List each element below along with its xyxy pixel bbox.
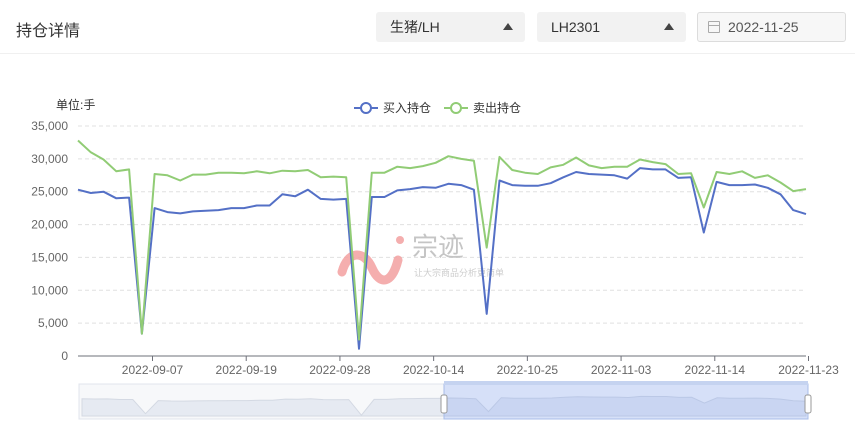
y-tick-label: 25,000 <box>31 185 68 199</box>
page-header: 持仓详情 生猪/LH LH2301 2022-11-25 <box>0 0 855 54</box>
y-tick-label: 15,000 <box>31 250 68 264</box>
caret-up-icon <box>503 23 513 30</box>
zoom-left-handle[interactable] <box>440 394 448 414</box>
x-tick-label: 2022-09-19 <box>216 363 278 377</box>
zoom-move-bar[interactable] <box>444 381 808 385</box>
date-value: 2022-11-25 <box>728 19 799 35</box>
zoom-right-handle[interactable] <box>804 394 812 414</box>
legend-marker-icon <box>450 102 462 114</box>
y-tick-label: 5,000 <box>38 316 68 330</box>
contract-select-value: LH2301 <box>551 19 601 35</box>
calendar-icon <box>708 21 720 33</box>
x-axis-ticks: 2022-09-07 2022-09-19 2022-09-28 2022-10-14… <box>122 356 839 377</box>
y-tick-label: 10,000 <box>31 283 68 297</box>
contract-select[interactable]: LH2301 <box>537 12 686 42</box>
x-tick-label: 2022-09-28 <box>309 363 371 377</box>
variety-select-value: 生猪/LH <box>390 19 440 35</box>
page-title: 持仓详情 <box>16 23 81 40</box>
y-tick-label: 35,000 <box>31 119 68 133</box>
x-tick-label: 2022-11-03 <box>591 363 652 377</box>
date-picker[interactable]: 2022-11-25 <box>697 12 846 42</box>
x-tick-label: 2022-10-25 <box>497 363 559 377</box>
watermark-brand: 宗迹 <box>412 232 464 262</box>
x-tick-label: 2022-10-14 <box>403 363 465 377</box>
y-axis-label: 单位:手 <box>56 97 95 112</box>
y-axis-ticks: 0 5,000 10,000 15,000 20,000 25,000 30,000 35,0… <box>31 119 68 363</box>
legend-label[interactable]: 买入持仓 <box>383 100 431 115</box>
caret-up-icon <box>664 23 674 30</box>
variety-select[interactable]: 生猪/LH <box>376 12 525 42</box>
data-zoom-slider[interactable] <box>78 381 812 420</box>
x-tick-label: 2022-11-23 <box>778 363 839 377</box>
x-tick-label: 2022-09-07 <box>122 363 184 377</box>
chart-legend[interactable]: 买入持仓 卖出持仓 <box>354 100 521 115</box>
y-tick-label: 0 <box>61 349 68 363</box>
legend-marker-icon <box>360 102 372 114</box>
y-tick-label: 20,000 <box>31 218 68 232</box>
legend-label[interactable]: 卖出持仓 <box>473 100 521 115</box>
y-tick-label: 30,000 <box>31 152 68 166</box>
position-chart: 0 5,000 10,000 15,000 20,000 25,000 30,000 35,0… <box>31 97 839 420</box>
brand-logo-dot-icon <box>396 236 404 244</box>
x-tick-label: 2022-11-14 <box>685 363 746 377</box>
zoom-selected-range[interactable] <box>443 383 809 420</box>
